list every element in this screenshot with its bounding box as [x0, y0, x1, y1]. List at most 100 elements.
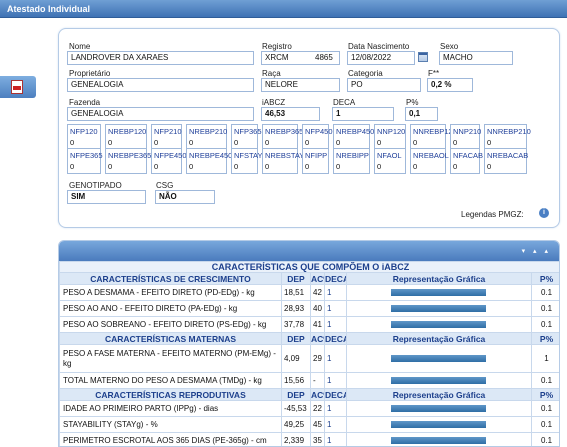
- pct-header: P%: [530, 388, 559, 401]
- index-key: NFIPP: [305, 151, 328, 160]
- categoria-field[interactable]: PO: [347, 78, 421, 92]
- dep-value: 2,339: [281, 432, 311, 446]
- index-box-nfp365: NFP365 0: [231, 124, 262, 150]
- index-box-nnp210: NNP210 0: [450, 124, 481, 150]
- representation-bar: [391, 437, 486, 444]
- index-key: NFPE365: [70, 151, 103, 160]
- f-field[interactable]: 0,2 %: [427, 78, 473, 92]
- panel-controls-icon[interactable]: ▾ ▴ ▴: [522, 247, 551, 255]
- index-key: NFP120: [70, 127, 98, 136]
- index-value: 0: [265, 138, 270, 147]
- fazenda-label: Fazenda: [69, 98, 101, 107]
- f-label: F**: [428, 69, 440, 78]
- graphic-cell: [346, 300, 532, 317]
- index-box-nnrebp120: NNREBP120 0: [410, 124, 457, 150]
- sexo-field[interactable]: MACHO: [439, 51, 513, 65]
- index-box-nnp120: NNP120 0: [374, 124, 406, 150]
- csg-field[interactable]: NÃO: [155, 190, 215, 204]
- table-row: PESO A DESMAMA - EFEITO DIRETO (PD-EDg) …: [59, 284, 559, 301]
- legendas-label: Legendas PMGZ:: [461, 210, 524, 219]
- index-key: NREBPE365: [108, 151, 152, 160]
- index-value: 0: [189, 162, 194, 171]
- section-header-row: CARACTERÍSTICAS REPRODUTIVASDEPAC%DECARe…: [59, 388, 559, 401]
- graphic-cell: [346, 400, 532, 417]
- window-titlebar: Atestado Individual: [0, 0, 567, 18]
- index-box-nrebp210: NREBP210 0: [186, 124, 227, 150]
- deca-value: 1: [324, 372, 347, 389]
- graf-header: Representação Gráfica: [346, 388, 532, 401]
- ac-value: 35: [310, 432, 325, 446]
- pdf-export-button[interactable]: [0, 76, 36, 98]
- dep-header: DEP: [281, 272, 311, 285]
- graphic-cell: [346, 432, 532, 446]
- index-box-nrebaol: NREBAOL 0: [410, 148, 449, 174]
- ac-value: -: [310, 372, 325, 389]
- characteristic-name: PESO AO SOBREANO - EFEITO DIRETO (PS-EDg…: [59, 316, 282, 333]
- registro-number: 4865: [315, 53, 333, 62]
- index-key: NFPE450: [154, 151, 187, 160]
- table-row: STAYABILITY (STAYg) - % 49,25 45 1 0.1: [59, 416, 559, 433]
- raca-label: Raça: [262, 69, 281, 78]
- index-value: 0: [377, 138, 382, 147]
- index-value: 0: [234, 162, 239, 171]
- csg-label: CSG: [156, 181, 174, 190]
- proprietario-field[interactable]: GENEALOGIA: [67, 78, 254, 92]
- characteristics-table: CARACTERÍSTICAS QUE COMPÕEM O iABCZ CARA…: [59, 261, 559, 446]
- index-key: NREBAOL: [413, 151, 449, 160]
- index-value: 0: [305, 138, 310, 147]
- calendar-icon[interactable]: [418, 52, 428, 62]
- graphic-cell: [346, 284, 532, 301]
- ac-value: 22: [310, 400, 325, 417]
- index-box-nfipp: NFIPP 0: [302, 148, 329, 174]
- characteristic-name: PESO A FASE MATERNA - EFEITO MATERNO (PM…: [59, 344, 282, 373]
- pdf-icon: [11, 80, 23, 94]
- dep-header: DEP: [281, 332, 311, 345]
- raca-field[interactable]: NELORE: [261, 78, 340, 92]
- characteristic-name: STAYABILITY (STAYg) - %: [59, 416, 282, 433]
- index-box-nrebp120: NREBP120 0: [105, 124, 147, 150]
- index-value: 0: [108, 162, 113, 171]
- representation-bar: [391, 405, 486, 412]
- ac-header: AC%: [310, 272, 325, 285]
- deca-field[interactable]: 1: [332, 107, 394, 121]
- characteristic-name: PESO A DESMAMA - EFEITO DIRETO (PD-EDg) …: [59, 284, 282, 301]
- pct-value: 0.1: [530, 372, 559, 389]
- pct-header: P%: [530, 272, 559, 285]
- index-box-nrebp450: NREBP450 0: [333, 124, 374, 150]
- index-key: NFAOL: [377, 151, 402, 160]
- index-box-nrebstay: NREBSTAY 0: [262, 148, 304, 174]
- dep-value: 15,56: [281, 372, 311, 389]
- registro-field[interactable]: XRCM 4865: [261, 51, 340, 65]
- index-key: NFSTAY: [234, 151, 263, 160]
- graphic-cell: [346, 316, 532, 333]
- index-value: 0: [305, 162, 310, 171]
- table-title: CARACTERÍSTICAS QUE COMPÕEM O iABCZ: [59, 261, 559, 273]
- deca-label: DECA: [333, 98, 356, 107]
- nascimento-field[interactable]: 12/08/2022: [347, 51, 415, 65]
- deca-value: 1: [324, 432, 347, 446]
- info-icon[interactable]: i: [539, 208, 549, 218]
- dep-value: 18,51: [281, 284, 311, 301]
- index-value: 0: [336, 162, 341, 171]
- dep-header: DEP: [281, 388, 311, 401]
- registro-prefix: XRCM: [265, 53, 289, 62]
- table-row: IDADE AO PRIMEIRO PARTO (IPPg) - dias -45…: [59, 400, 559, 417]
- pct-field[interactable]: 0,1: [405, 107, 438, 121]
- pct-label: P%: [406, 98, 419, 107]
- section-title: CARACTERÍSTICAS MATERNAS: [59, 332, 282, 345]
- deca-value: 1: [324, 344, 347, 373]
- deca-header: DECA: [324, 388, 347, 401]
- representation-bar: [391, 421, 486, 428]
- index-box-nfpe365: NFPE365 0: [67, 148, 103, 174]
- index-value: 0: [234, 138, 239, 147]
- fazenda-field[interactable]: GENEALOGIA: [67, 107, 254, 121]
- index-key: NNP120: [377, 127, 406, 136]
- nome-field[interactable]: LANDROVER DA XARAES: [67, 51, 254, 65]
- index-key: NFP450: [305, 127, 333, 136]
- iabcz-field[interactable]: 46,53: [261, 107, 320, 121]
- dep-value: -45,53: [281, 400, 311, 417]
- index-value: 0: [70, 138, 75, 147]
- genotipado-field[interactable]: SIM: [67, 190, 146, 204]
- index-box-nrebpe365: NREBPE365 0: [105, 148, 151, 174]
- proprietario-label: Proprietário: [69, 69, 111, 78]
